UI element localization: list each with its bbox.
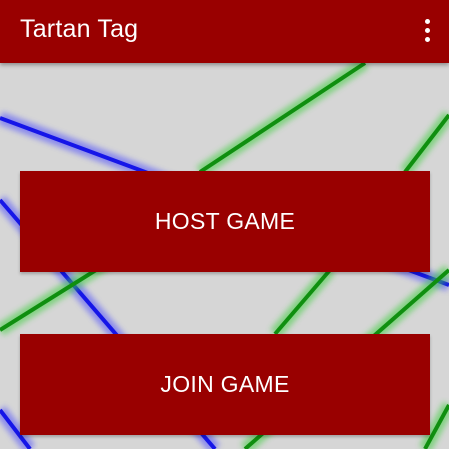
app-bar: Tartan Tag [0, 0, 449, 63]
menu-dot [424, 18, 430, 24]
green-line [198, 61, 367, 174]
green-line [273, 268, 332, 336]
host-game-button[interactable]: HOST GAME [20, 171, 430, 272]
more-vert-icon[interactable] [419, 12, 435, 48]
green-line [403, 113, 449, 174]
menu-dot [424, 27, 430, 33]
join-game-button[interactable]: JOIN GAME [20, 334, 430, 435]
menu-dot [424, 36, 430, 42]
app-title: Tartan Tag [20, 15, 139, 43]
